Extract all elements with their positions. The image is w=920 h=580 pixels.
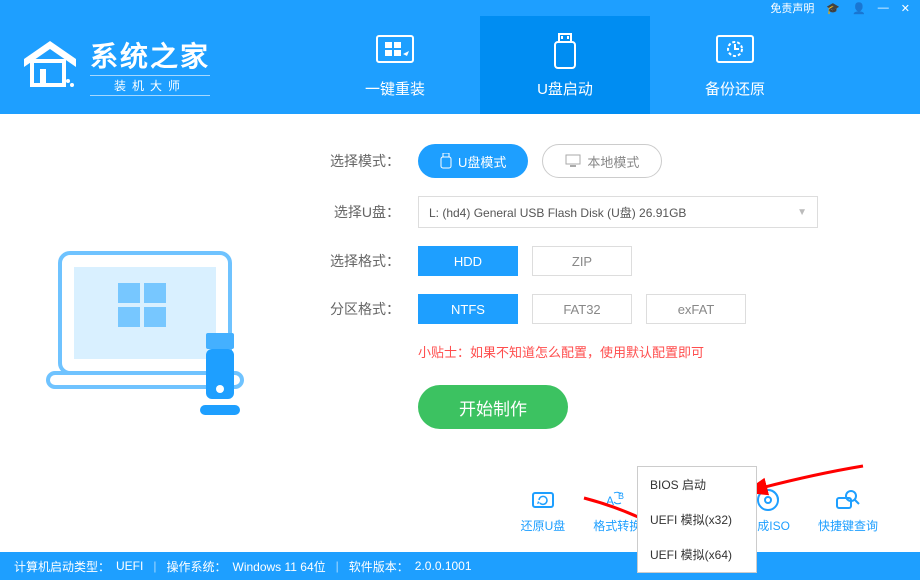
partition-fat32-button[interactable]: FAT32 [532,294,632,324]
partition-ntfs-button[interactable]: NTFS [418,294,518,324]
udisk-label: 选择U盘： [310,202,400,222]
popup-bios[interactable]: BIOS 启动 [638,467,756,502]
main-tabs: 一键重装 U盘启动 备份还原 [310,16,820,114]
titlebar: 免责声明 🎓 👤 — ✕ [0,0,920,16]
header: 系统之家 装机大师 一键重装 U盘启动 备份还原 [0,16,920,114]
boot-popup: BIOS 启动 UEFI 模拟(x32) UEFI 模拟(x64) [637,466,757,573]
popup-uefi-x64[interactable]: UEFI 模拟(x64) [638,537,756,572]
reinstall-icon [373,32,417,72]
format-zip-button[interactable]: ZIP [532,246,632,276]
format-hdd-button[interactable]: HDD [418,246,518,276]
tip-text: 小贴士：如果不知道怎么配置，使用默认配置即可 [418,342,880,361]
partition-label: 分区格式： [310,299,400,319]
mode-label: 选择模式： [310,151,400,171]
logo-icon [20,35,80,95]
user-icon[interactable]: 👤 [852,2,866,15]
partition-exfat-button[interactable]: exFAT [646,294,746,324]
statusbar: 计算机启动类型：UEFI | 操作系统：Windows 11 64位 | 软件版… [0,552,920,580]
monitor-small-icon [565,154,581,168]
mode-usb-button[interactable]: U盘模式 [418,144,528,178]
udisk-select[interactable]: L: (hd4) General USB Flash Disk (U盘) 26.… [418,196,818,228]
start-button[interactable]: 开始制作 [418,385,568,429]
usb-small-icon [440,153,452,169]
annotation-arrow-1 [755,464,865,509]
logo-area: 系统之家 装机大师 [0,35,310,96]
logo-subtitle: 装机大师 [90,75,210,96]
backup-icon [713,32,757,72]
tab-reinstall[interactable]: 一键重装 [310,16,480,114]
minimize-icon[interactable]: — [878,2,889,14]
logo-title: 系统之家 [90,35,210,75]
mode-local-button[interactable]: 本地模式 [542,144,662,178]
hat-icon[interactable]: 🎓 [826,2,840,15]
popup-uefi-x32[interactable]: UEFI 模拟(x32) [638,502,756,537]
illustration [0,114,310,552]
restore-icon [530,487,556,513]
usb-icon [543,32,587,72]
format-label: 选择格式： [310,251,400,271]
close-icon[interactable]: ✕ [901,2,910,15]
disclaimer-link[interactable]: 免责声明 [770,0,814,16]
main-panel: 选择模式： U盘模式 本地模式 选择U盘： L: (hd4) General U… [0,114,920,552]
chevron-down-icon: ▼ [797,207,807,218]
tab-usb-boot[interactable]: U盘启动 [480,16,650,114]
tab-backup[interactable]: 备份还原 [650,16,820,114]
restore-usb-tool[interactable]: 还原U盘 [521,487,566,534]
